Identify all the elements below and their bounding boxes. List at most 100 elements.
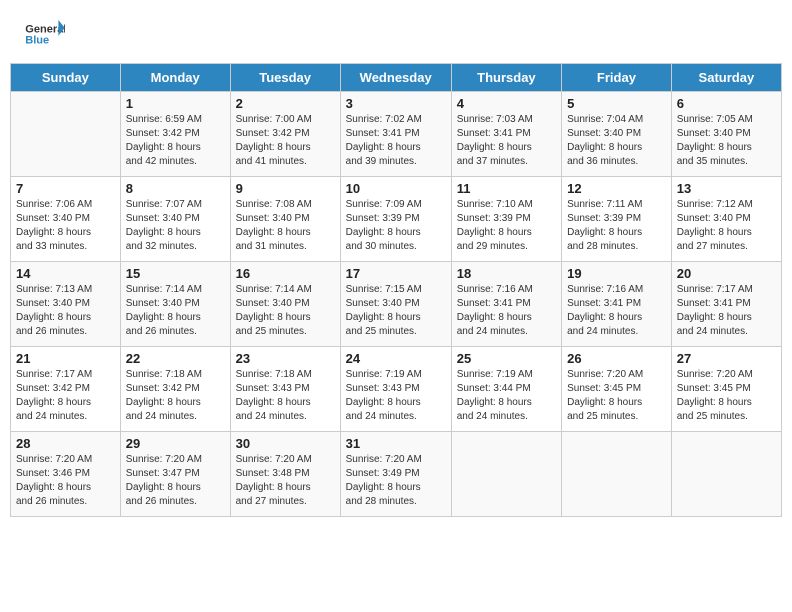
- calendar-cell: 19 Sunrise: 7:16 AMSunset: 3:41 PMDayligh…: [562, 262, 672, 347]
- day-info: Sunrise: 7:16 AMSunset: 3:41 PMDaylight:…: [567, 283, 666, 339]
- day-info: Sunrise: 7:12 AMSunset: 3:40 PMDaylight:…: [677, 198, 776, 254]
- day-of-week-header: Monday: [120, 64, 230, 92]
- calendar-cell: [671, 432, 781, 517]
- calendar-table: SundayMondayTuesdayWednesdayThursdayFrid…: [10, 63, 782, 517]
- day-number: 22: [126, 351, 225, 366]
- calendar-cell: 7 Sunrise: 7:06 AMSunset: 3:40 PMDaylight…: [11, 177, 121, 262]
- day-number: 3: [346, 96, 446, 111]
- calendar-cell: 16 Sunrise: 7:14 AMSunset: 3:40 PMDayligh…: [230, 262, 340, 347]
- calendar-cell: [451, 432, 561, 517]
- day-number: 8: [126, 181, 225, 196]
- calendar-cell: 22 Sunrise: 7:18 AMSunset: 3:42 PMDayligh…: [120, 347, 230, 432]
- calendar-cell: 13 Sunrise: 7:12 AMSunset: 3:40 PMDayligh…: [671, 177, 781, 262]
- calendar-cell: 17 Sunrise: 7:15 AMSunset: 3:40 PMDayligh…: [340, 262, 451, 347]
- day-number: 2: [236, 96, 335, 111]
- day-number: 23: [236, 351, 335, 366]
- calendar-cell: 20 Sunrise: 7:17 AMSunset: 3:41 PMDayligh…: [671, 262, 781, 347]
- calendar-cell: 9 Sunrise: 7:08 AMSunset: 3:40 PMDaylight…: [230, 177, 340, 262]
- calendar-cell: 28 Sunrise: 7:20 AMSunset: 3:46 PMDayligh…: [11, 432, 121, 517]
- day-number: 6: [677, 96, 776, 111]
- calendar-cell: 31 Sunrise: 7:20 AMSunset: 3:49 PMDayligh…: [340, 432, 451, 517]
- day-number: 10: [346, 181, 446, 196]
- day-number: 14: [16, 266, 115, 281]
- calendar-cell: 15 Sunrise: 7:14 AMSunset: 3:40 PMDayligh…: [120, 262, 230, 347]
- calendar-cell: 2 Sunrise: 7:00 AMSunset: 3:42 PMDaylight…: [230, 92, 340, 177]
- day-number: 16: [236, 266, 335, 281]
- calendar-cell: 11Sunrise: 7:10 AMSunset: 3:39 PMDayligh…: [451, 177, 561, 262]
- day-info: Sunrise: 6:59 AMSunset: 3:42 PMDaylight:…: [126, 113, 225, 169]
- day-info: Sunrise: 7:05 AMSunset: 3:40 PMDaylight:…: [677, 113, 776, 169]
- calendar-cell: 3 Sunrise: 7:02 AMSunset: 3:41 PMDaylight…: [340, 92, 451, 177]
- day-info: Sunrise: 7:20 AMSunset: 3:45 PMDaylight:…: [567, 368, 666, 424]
- day-of-week-header: Thursday: [451, 64, 561, 92]
- day-info: Sunrise: 7:20 AMSunset: 3:47 PMDaylight:…: [126, 453, 225, 509]
- day-of-week-header: Tuesday: [230, 64, 340, 92]
- calendar-cell: 29 Sunrise: 7:20 AMSunset: 3:47 PMDayligh…: [120, 432, 230, 517]
- day-info: Sunrise: 7:00 AMSunset: 3:42 PMDaylight:…: [236, 113, 335, 169]
- day-info: Sunrise: 7:20 AMSunset: 3:45 PMDaylight:…: [677, 368, 776, 424]
- day-info: Sunrise: 7:04 AMSunset: 3:40 PMDaylight:…: [567, 113, 666, 169]
- calendar-cell: 25Sunrise: 7:19 AMSunset: 3:44 PMDayligh…: [451, 347, 561, 432]
- day-info: Sunrise: 7:17 AMSunset: 3:41 PMDaylight:…: [677, 283, 776, 339]
- day-info: Sunrise: 7:09 AMSunset: 3:39 PMDaylight:…: [346, 198, 446, 254]
- day-number: 7: [16, 181, 115, 196]
- day-info: Sunrise: 7:11 AMSunset: 3:39 PMDaylight:…: [567, 198, 666, 254]
- day-number: 30: [236, 436, 335, 451]
- calendar-cell: 10 Sunrise: 7:09 AMSunset: 3:39 PMDayligh…: [340, 177, 451, 262]
- day-info: Sunrise: 7:14 AMSunset: 3:40 PMDaylight:…: [126, 283, 225, 339]
- day-info: Sunrise: 7:16 AMSunset: 3:41 PMDaylight:…: [457, 283, 556, 339]
- day-number: 15: [126, 266, 225, 281]
- day-info: Sunrise: 7:18 AMSunset: 3:43 PMDaylight:…: [236, 368, 335, 424]
- calendar-cell: 5 Sunrise: 7:04 AMSunset: 3:40 PMDaylight…: [562, 92, 672, 177]
- day-number: 26: [567, 351, 666, 366]
- day-info: Sunrise: 7:20 AMSunset: 3:49 PMDaylight:…: [346, 453, 446, 509]
- day-number: 19: [567, 266, 666, 281]
- day-info: Sunrise: 7:18 AMSunset: 3:42 PMDaylight:…: [126, 368, 225, 424]
- calendar-cell: [11, 92, 121, 177]
- day-info: Sunrise: 7:20 AMSunset: 3:46 PMDaylight:…: [16, 453, 115, 509]
- day-number: 17: [346, 266, 446, 281]
- day-number: 28: [16, 436, 115, 451]
- day-info: Sunrise: 7:17 AMSunset: 3:42 PMDaylight:…: [16, 368, 115, 424]
- day-number: 31: [346, 436, 446, 451]
- day-info: Sunrise: 7:06 AMSunset: 3:40 PMDaylight:…: [16, 198, 115, 254]
- day-number: 12: [567, 181, 666, 196]
- day-info: Sunrise: 7:03 AMSunset: 3:41 PMDaylight:…: [457, 113, 556, 169]
- calendar-cell: 27 Sunrise: 7:20 AMSunset: 3:45 PMDayligh…: [671, 347, 781, 432]
- day-info: Sunrise: 7:14 AMSunset: 3:40 PMDaylight:…: [236, 283, 335, 339]
- day-of-week-header: Saturday: [671, 64, 781, 92]
- day-info: Sunrise: 7:15 AMSunset: 3:40 PMDaylight:…: [346, 283, 446, 339]
- calendar-cell: 26 Sunrise: 7:20 AMSunset: 3:45 PMDayligh…: [562, 347, 672, 432]
- calendar-cell: 6 Sunrise: 7:05 AMSunset: 3:40 PMDaylight…: [671, 92, 781, 177]
- day-of-week-header: Friday: [562, 64, 672, 92]
- calendar-cell: [562, 432, 672, 517]
- day-number: 1: [126, 96, 225, 111]
- calendar-cell: 24Sunrise: 7:19 AMSunset: 3:43 PMDayligh…: [340, 347, 451, 432]
- day-number: 4: [457, 96, 556, 111]
- logo: General Blue: [25, 20, 69, 50]
- day-number: 29: [126, 436, 225, 451]
- day-number: 18: [457, 266, 556, 281]
- calendar-cell: 1 Sunrise: 6:59 AMSunset: 3:42 PMDaylight…: [120, 92, 230, 177]
- day-number: 25: [457, 351, 556, 366]
- day-number: 20: [677, 266, 776, 281]
- calendar-cell: 12 Sunrise: 7:11 AMSunset: 3:39 PMDayligh…: [562, 177, 672, 262]
- day-info: Sunrise: 7:07 AMSunset: 3:40 PMDaylight:…: [126, 198, 225, 254]
- calendar-cell: 30 Sunrise: 7:20 AMSunset: 3:48 PMDayligh…: [230, 432, 340, 517]
- day-number: 5: [567, 96, 666, 111]
- day-number: 21: [16, 351, 115, 366]
- day-number: 13: [677, 181, 776, 196]
- day-of-week-header: Sunday: [11, 64, 121, 92]
- day-info: Sunrise: 7:19 AMSunset: 3:43 PMDaylight:…: [346, 368, 446, 424]
- calendar-cell: 4 Sunrise: 7:03 AMSunset: 3:41 PMDaylight…: [451, 92, 561, 177]
- day-info: Sunrise: 7:02 AMSunset: 3:41 PMDaylight:…: [346, 113, 446, 169]
- day-info: Sunrise: 7:08 AMSunset: 3:40 PMDaylight:…: [236, 198, 335, 254]
- day-number: 27: [677, 351, 776, 366]
- day-number: 11: [457, 181, 556, 196]
- day-of-week-header: Wednesday: [340, 64, 451, 92]
- day-info: Sunrise: 7:13 AMSunset: 3:40 PMDaylight:…: [16, 283, 115, 339]
- calendar-cell: 23 Sunrise: 7:18 AMSunset: 3:43 PMDayligh…: [230, 347, 340, 432]
- day-number: 9: [236, 181, 335, 196]
- day-info: Sunrise: 7:20 AMSunset: 3:48 PMDaylight:…: [236, 453, 335, 509]
- calendar-cell: 21 Sunrise: 7:17 AMSunset: 3:42 PMDayligh…: [11, 347, 121, 432]
